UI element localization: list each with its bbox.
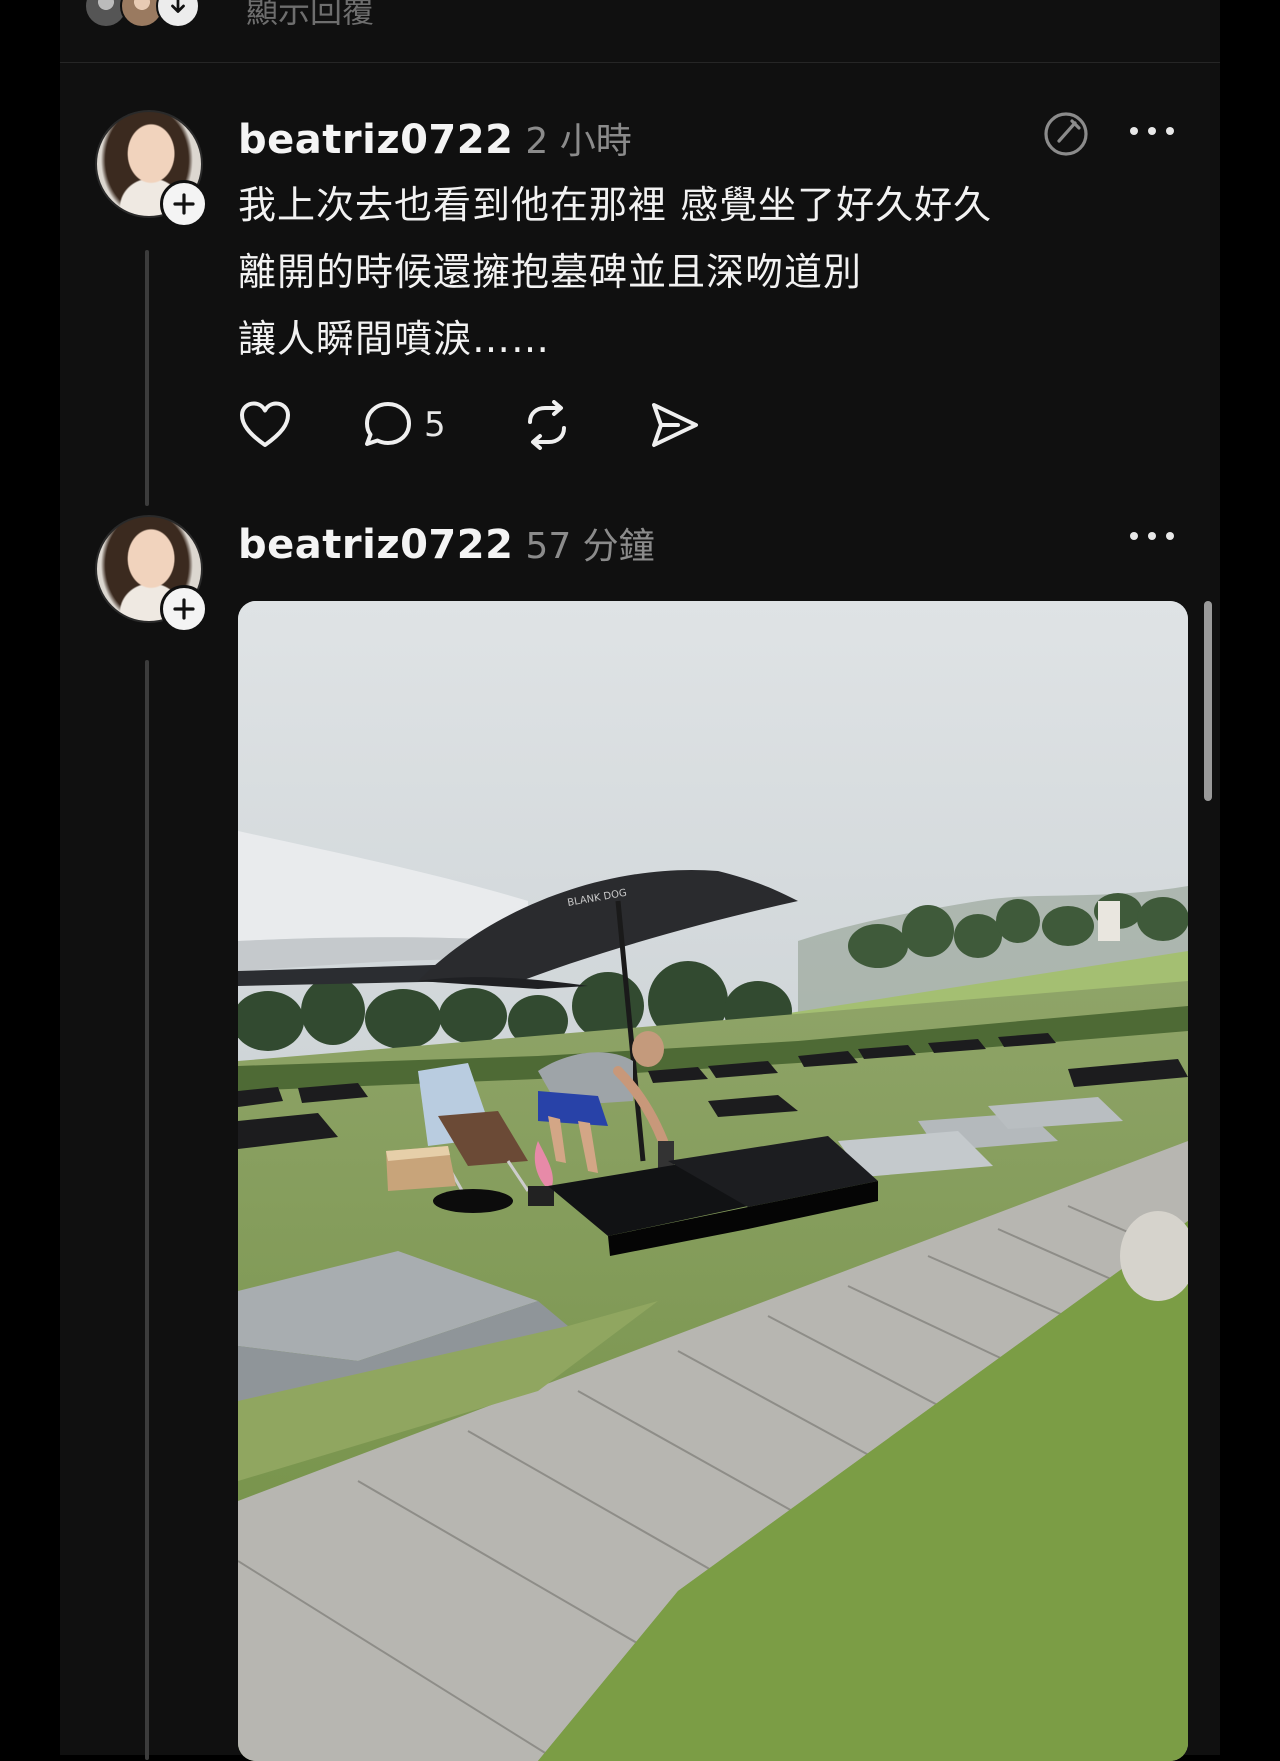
thread-connector bbox=[145, 250, 149, 506]
username[interactable]: beatriz0722 bbox=[238, 522, 513, 568]
show-replies-link[interactable]: 顯示回覆 bbox=[246, 0, 374, 32]
thread-panel: 顯示回覆 beatriz0722 2 小時 我上次去也看到他在那裡 感覺坐了好久… bbox=[60, 0, 1220, 1761]
plus-icon bbox=[173, 193, 195, 215]
timestamp: 57 分鐘 bbox=[525, 526, 655, 567]
timestamp: 2 小時 bbox=[525, 121, 632, 162]
repost-icon bbox=[528, 400, 566, 450]
heart-icon bbox=[240, 401, 290, 447]
post-image[interactable]: BLANK DOG bbox=[238, 601, 1188, 1761]
follow-button[interactable] bbox=[160, 585, 208, 633]
thread-post: beatriz0722 57 分鐘 BLANK DOG bbox=[60, 515, 1220, 1761]
edit-icon[interactable] bbox=[1042, 110, 1090, 158]
post-text: 我上次去也看到他在那裡 感覺坐了好久好久 離開的時候還擁抱墓碑並且深吻道別 讓人… bbox=[238, 172, 1138, 373]
post-text-line: 離開的時候還擁抱墓碑並且深吻道別 bbox=[238, 250, 863, 294]
scrollbar[interactable] bbox=[1204, 601, 1212, 801]
reply-count: 5 bbox=[424, 405, 446, 445]
comment-icon bbox=[365, 402, 411, 446]
username[interactable]: beatriz0722 bbox=[238, 117, 513, 163]
expand-replies-button[interactable] bbox=[156, 0, 200, 28]
more-icon[interactable] bbox=[1130, 124, 1174, 138]
share-icon bbox=[652, 403, 698, 447]
thread-connector bbox=[145, 660, 149, 1760]
previous-post-footer: 顯示回覆 bbox=[60, 0, 1220, 63]
thread-post: beatriz0722 2 小時 我上次去也看到他在那裡 感覺坐了好久好久 離開… bbox=[60, 110, 1220, 510]
follow-button[interactable] bbox=[160, 180, 208, 228]
more-icon[interactable] bbox=[1130, 529, 1174, 543]
repost-button[interactable] bbox=[520, 400, 574, 450]
like-button[interactable] bbox=[238, 400, 292, 450]
cemetery-photo: BLANK DOG bbox=[238, 601, 1188, 1761]
post-text-line: 讓人瞬間噴淚…… bbox=[238, 317, 551, 361]
share-button[interactable] bbox=[648, 400, 702, 450]
arrow-down-icon bbox=[171, 0, 185, 13]
reply-button[interactable]: 5 bbox=[362, 400, 446, 450]
plus-icon bbox=[173, 598, 195, 620]
post-text-line: 我上次去也看到他在那裡 感覺坐了好久好久 bbox=[238, 183, 993, 227]
